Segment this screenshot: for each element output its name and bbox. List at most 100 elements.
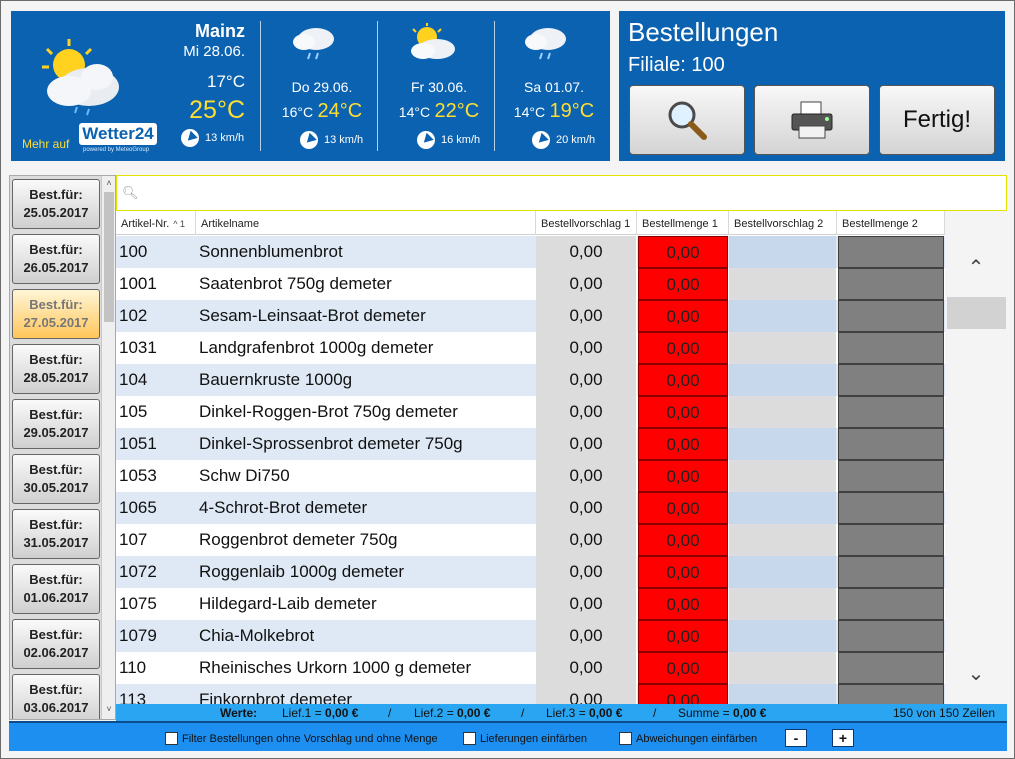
cell-bestellmenge-2[interactable]	[838, 396, 944, 428]
cell-artikel-nr: 1031	[119, 338, 157, 357]
cell-bestellmenge-1[interactable]: 0,00	[638, 460, 728, 492]
cell-bestellmenge-1[interactable]: 0,00	[638, 268, 728, 300]
orders-panel: Bestellungen Filiale: 100 Fertig!	[619, 11, 1005, 161]
summary-lief1-value: 0,00 €	[325, 706, 359, 720]
cell-bestellmenge-1[interactable]: 0,00	[638, 524, 728, 556]
cell-bestellmenge-1[interactable]: 0,00	[638, 428, 728, 460]
summary-lief1-label: Lief.1 =	[282, 706, 322, 720]
column-header-artikelname[interactable]: Artikelname	[196, 211, 536, 235]
delivery-date-button[interactable]: Best.für: 28.05.2017	[12, 344, 100, 394]
color-deviations-checkbox[interactable]: Abweichungen einfärben	[619, 732, 757, 745]
grid-scroll-panel[interactable]: ⌃ ⌄	[945, 211, 1007, 704]
cell-bestellmenge-2[interactable]	[838, 460, 944, 492]
cell-bestellmenge-1[interactable]: 0,00	[638, 236, 728, 268]
table-row[interactable]: 105 Dinkel-Roggen-Brot 750g demeter 0,00 0,…	[116, 396, 945, 428]
cell-bestellmenge-2[interactable]	[838, 620, 944, 652]
cell-bestellmenge-1[interactable]: 0,00	[638, 556, 728, 588]
checkbox[interactable]	[619, 732, 632, 745]
color-deliveries-checkbox[interactable]: Lieferungen einfärben	[463, 732, 587, 745]
delivery-date-button[interactable]: Best.für: 31.05.2017	[12, 509, 100, 559]
cell-bestellmenge-2[interactable]	[838, 236, 944, 268]
table-row[interactable]: 1072 Roggenlaib 1000g demeter 0,00 0,00	[116, 556, 945, 588]
delivery-date-button[interactable]: Best.für: 03.06.2017	[12, 674, 100, 719]
cell-bestellmenge-1[interactable]: 0,00	[638, 652, 728, 684]
cell-bestellmenge-2[interactable]	[838, 364, 944, 396]
cell-bestellmenge-1[interactable]: 0,00	[638, 492, 728, 524]
chevron-up-icon[interactable]: ⌃	[945, 255, 1007, 280]
cell-bestellmenge-1[interactable]: 0,00	[638, 396, 728, 428]
printer-icon	[791, 101, 833, 139]
cell-bestellmenge-2[interactable]	[838, 652, 944, 684]
column-header-bestellmenge-1[interactable]: Bestellmenge 1	[637, 211, 729, 235]
delivery-date-list[interactable]: Best.für: 25.05.2017 Best.für: 26.05.2017 Be…	[9, 175, 116, 720]
cell-bestellmenge-2[interactable]	[838, 492, 944, 524]
cell-bestellmenge-1[interactable]: 0,00	[638, 620, 728, 652]
table-row[interactable]: 1053 Schw Di750 0,00 0,00	[116, 460, 945, 492]
cell-artikelname: Schw Di750	[199, 466, 290, 485]
cell-bestellmenge-1[interactable]: 0,00	[638, 300, 728, 332]
delivery-date-button[interactable]: Best.für: 30.05.2017	[12, 454, 100, 504]
delivery-date-button[interactable]: Best.für: 26.05.2017	[12, 234, 100, 284]
table-row[interactable]: 1065 4-Schrot-Brot demeter 0,00 0,00	[116, 492, 945, 524]
cell-bestellmenge-2[interactable]	[838, 268, 944, 300]
cell-bestellmenge-1[interactable]: 0,00	[638, 332, 728, 364]
cell-bestellmenge-1[interactable]: 0,00	[638, 684, 728, 704]
column-header-bestellvorschlag-2[interactable]: Bestellvorschlag 2	[729, 211, 837, 235]
cell-bestellmenge-2[interactable]	[838, 428, 944, 460]
delivery-date-button[interactable]: Best.für: 02.06.2017	[12, 619, 100, 669]
table-row[interactable]: 107 Roggenbrot demeter 750g 0,00 0,00	[116, 524, 945, 556]
options-bar: Filter Bestellungen ohne Vorschlag und o…	[9, 721, 1007, 751]
order-grid[interactable]: Artikel-Nr. ^ 1 Artikelname Bestellvorsch…	[116, 211, 945, 704]
chevron-up-icon[interactable]: ˄	[102, 178, 115, 188]
cell-bestellmenge-2[interactable]	[838, 684, 944, 704]
filter-checkbox[interactable]: Filter Bestellungen ohne Vorschlag und o…	[165, 732, 438, 745]
cell-bestellmenge-2[interactable]	[838, 332, 944, 364]
table-row[interactable]: 1079 Chia-Molkebrot 0,00 0,00	[116, 620, 945, 652]
chevron-down-icon[interactable]: ˅	[102, 704, 115, 714]
table-row[interactable]: 100 Sonnenblumenbrot 0,00 0,00	[116, 236, 945, 268]
checkbox[interactable]	[165, 732, 178, 745]
scrollbar-thumb[interactable]	[947, 297, 1006, 329]
table-row[interactable]: 1075 Hildegard-Laib demeter 0,00 0,00	[116, 588, 945, 620]
table-row[interactable]: 1031 Landgrafenbrot 1000g demeter 0,00 0,00	[116, 332, 945, 364]
cell-bestellmenge-1[interactable]: 0,00	[638, 588, 728, 620]
column-header-bestellmenge-2[interactable]: Bestellmenge 2	[837, 211, 945, 235]
date-list-scrollbar[interactable]: ˄ ˅	[101, 176, 115, 719]
cell-bestellmenge-2[interactable]	[838, 588, 944, 620]
search-button[interactable]	[629, 85, 745, 155]
checkbox[interactable]	[463, 732, 476, 745]
table-row[interactable]: 102 Sesam-Leinsaat-Brot demeter 0,00 0,00	[116, 300, 945, 332]
column-header-bestellvorschlag-1[interactable]: Bestellvorschlag 1	[536, 211, 637, 235]
forecast-min: 14°C	[398, 104, 431, 120]
zoom-in-button[interactable]: +	[832, 729, 854, 747]
search-input[interactable]: 🔍︎	[116, 175, 1007, 211]
summary-lief3-label: Lief.3 =	[546, 706, 586, 720]
delivery-date-label: Best.für:	[29, 572, 83, 587]
cell-bestellmenge-2[interactable]	[838, 524, 944, 556]
chevron-down-icon[interactable]: ⌄	[945, 661, 1007, 686]
cell-bestellmenge-2[interactable]	[838, 300, 944, 332]
delivery-date-button[interactable]: Best.für: 01.06.2017	[12, 564, 100, 614]
cell-bestellvorschlag-2	[729, 300, 836, 332]
scrollbar-thumb[interactable]	[104, 192, 114, 322]
cell-bestellmenge-2[interactable]	[838, 556, 944, 588]
table-row[interactable]: 1051 Dinkel-Sprossenbrot demeter 750g 0,00…	[116, 428, 945, 460]
delivery-date-button[interactable]: Best.für: 27.05.2017	[12, 289, 100, 339]
delivery-date-button[interactable]: Best.für: 25.05.2017	[12, 179, 100, 229]
column-header-artikel-nr[interactable]: Artikel-Nr. ^ 1	[116, 211, 196, 235]
print-button[interactable]	[754, 85, 870, 155]
color-deliveries-label: Lieferungen einfärben	[480, 732, 588, 745]
table-row[interactable]: 110 Rheinisches Urkorn 1000 g demeter 0,00…	[116, 652, 945, 684]
wetter24-logo[interactable]: Wetter24 powered by MeteoGroup	[79, 123, 159, 153]
table-row[interactable]: 1001 Saatenbrot 750g demeter 0,00 0,00	[116, 268, 945, 300]
weather-panel[interactable]: Mainz Mi 28.06. 17°C 25°C 13 km/h Mehr a…	[11, 11, 610, 161]
wind-speed: 13 km/h	[205, 132, 245, 144]
delivery-date-button[interactable]: Best.für: 29.05.2017	[12, 399, 100, 449]
table-row[interactable]: 104 Bauernkruste 1000g 0,00 0,00	[116, 364, 945, 396]
table-row[interactable]: 113 Finkornbrot demeter 0,00 0,00	[116, 684, 945, 704]
cell-bestellmenge-1[interactable]: 0,00	[638, 364, 728, 396]
weather-more-link[interactable]: Mehr auf	[22, 137, 69, 151]
done-button[interactable]: Fertig!	[879, 85, 995, 155]
zoom-out-button[interactable]: -	[785, 729, 807, 747]
cell-artikelname: Saatenbrot 750g demeter	[199, 274, 392, 293]
